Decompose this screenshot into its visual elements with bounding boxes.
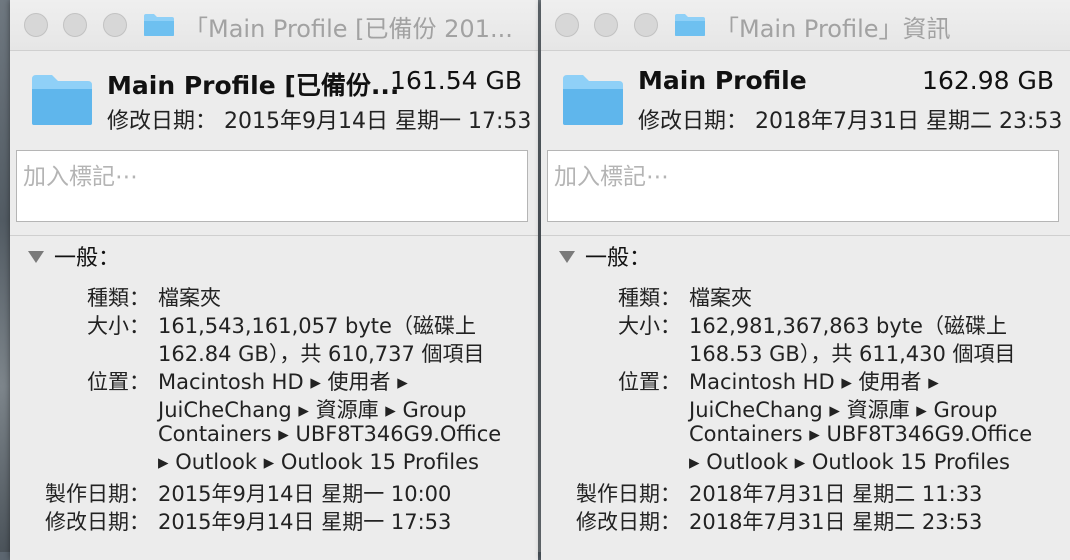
info-value: Macintosh HD ▸ 使用者 ▸ xyxy=(158,370,408,394)
disclosure-triangle-icon[interactable] xyxy=(28,251,44,263)
general-section-toggle[interactable]: 一般： xyxy=(28,240,120,272)
info-row: 修改日期： 2015年9月14日 星期一 17:53 xyxy=(10,506,538,534)
info-row: JuiCheChang ▸ 資源庫 ▸ Group xyxy=(541,394,1070,422)
section-label: 一般： xyxy=(54,246,121,271)
info-row: 製作日期： 2015年9月14日 星期一 10:00 xyxy=(10,478,538,506)
info-window-right: 「Main Profile」資訊 Main Profile 162.98 GB … xyxy=(541,0,1070,560)
info-row: Containers ▸ UBF8T346G9.Office xyxy=(10,422,538,450)
info-value: JuiCheChang ▸ 資源庫 ▸ Group xyxy=(158,398,467,422)
info-window-left: 「Main Profile [已備份 201... Main Profile [… xyxy=(10,0,538,560)
info-value: 2018年7月31日 星期二 11:33 xyxy=(689,482,983,506)
close-button[interactable] xyxy=(555,13,579,37)
info-value: 2015年9月14日 星期一 17:53 xyxy=(158,510,452,534)
info-row: 種類： 檔案夾 xyxy=(541,282,1070,310)
info-label: 修改日期： xyxy=(576,510,681,534)
info-row: 大小： 162,981,367,863 byte（磁碟上 xyxy=(541,310,1070,338)
info-row: 修改日期： 2018年7月31日 星期二 23:53 xyxy=(541,506,1070,534)
title-bar[interactable]: 「Main Profile」資訊 xyxy=(541,0,1070,51)
info-value: JuiCheChang ▸ 資源庫 ▸ Group xyxy=(689,398,998,422)
info-row: 種類： 檔案夾 xyxy=(10,282,538,310)
info-label: 位置： xyxy=(87,370,150,394)
folder-icon xyxy=(563,75,623,125)
info-row: 168.53 GB），共 611,430 個項目 xyxy=(541,338,1070,366)
info-value: 162.84 GB），共 610,737 個項目 xyxy=(158,342,485,366)
item-size: 162.98 GB xyxy=(922,66,1054,95)
info-label: 製作日期： xyxy=(576,482,681,506)
minimize-button[interactable] xyxy=(63,13,87,37)
item-name: Main Profile xyxy=(638,66,807,95)
folder-icon xyxy=(144,14,174,36)
general-section-toggle[interactable]: 一般： xyxy=(559,240,651,272)
folder-icon xyxy=(675,14,705,36)
window-title: 「Main Profile [已備份 201... xyxy=(184,15,513,43)
zoom-button[interactable] xyxy=(634,13,658,37)
close-button[interactable] xyxy=(24,13,48,37)
info-label: 種類： xyxy=(87,286,150,310)
info-row: 大小： 161,543,161,057 byte（磁碟上 xyxy=(10,310,538,338)
tags-placeholder: 加入標記⋯ xyxy=(23,164,138,190)
info-label: 修改日期： xyxy=(45,510,150,534)
info-row: Containers ▸ UBF8T346G9.Office xyxy=(541,422,1070,450)
info-label: 製作日期： xyxy=(45,482,150,506)
window-title: 「Main Profile」資訊 xyxy=(715,15,951,43)
info-rows: 種類： 檔案夾 大小： 161,543,161,057 byte（磁碟上 162.8… xyxy=(10,282,538,534)
item-name: Main Profile [已備份... xyxy=(107,71,400,100)
modified-date-header: 修改日期： 2015年9月14日 星期一 17:53 xyxy=(107,109,532,134)
minimize-button[interactable] xyxy=(594,13,618,37)
info-value: Containers ▸ UBF8T346G9.Office xyxy=(158,422,502,446)
modified-date-header: 修改日期： 2018年7月31日 星期二 23:53 xyxy=(638,109,1063,134)
info-value: 2015年9月14日 星期一 10:00 xyxy=(158,482,452,506)
info-label: 大小： xyxy=(87,314,150,338)
info-value: 161,543,161,057 byte（磁碟上 xyxy=(158,314,476,338)
info-value: ▸ Outlook ▸ Outlook 15 Profiles xyxy=(689,450,1010,474)
info-rows: 種類： 檔案夾 大小： 162,981,367,863 byte（磁碟上 168.5… xyxy=(541,282,1070,534)
info-value: 168.53 GB），共 611,430 個項目 xyxy=(689,342,1016,366)
info-label: 位置： xyxy=(618,370,681,394)
info-value: 檔案夾 xyxy=(689,286,752,310)
info-label: 大小： xyxy=(618,314,681,338)
info-row: ▸ Outlook ▸ Outlook 15 Profiles xyxy=(10,450,538,478)
tags-field[interactable]: 加入標記⋯ xyxy=(16,150,528,222)
info-row: 位置： Macintosh HD ▸ 使用者 ▸ xyxy=(10,366,538,394)
info-row: ▸ Outlook ▸ Outlook 15 Profiles xyxy=(541,450,1070,478)
tags-placeholder: 加入標記⋯ xyxy=(554,164,669,190)
divider xyxy=(10,235,538,236)
info-row: JuiCheChang ▸ 資源庫 ▸ Group xyxy=(10,394,538,422)
info-label: 種類： xyxy=(618,286,681,310)
section-label: 一般： xyxy=(585,246,652,271)
title-bar[interactable]: 「Main Profile [已備份 201... xyxy=(10,0,538,51)
disclosure-triangle-icon[interactable] xyxy=(559,251,575,263)
info-row: 製作日期： 2018年7月31日 星期二 11:33 xyxy=(541,478,1070,506)
info-value: 檔案夾 xyxy=(158,286,221,310)
desktop-background xyxy=(0,0,10,552)
info-value: 162,981,367,863 byte（磁碟上 xyxy=(689,314,1007,338)
info-value: ▸ Outlook ▸ Outlook 15 Profiles xyxy=(158,450,479,474)
info-value: 2018年7月31日 星期二 23:53 xyxy=(689,510,983,534)
info-value: Macintosh HD ▸ 使用者 ▸ xyxy=(689,370,939,394)
info-value: Containers ▸ UBF8T346G9.Office xyxy=(689,422,1033,446)
info-row: 位置： Macintosh HD ▸ 使用者 ▸ xyxy=(541,366,1070,394)
zoom-button[interactable] xyxy=(103,13,127,37)
divider xyxy=(541,235,1070,236)
item-size: 161.54 GB xyxy=(390,66,522,95)
info-row: 162.84 GB），共 610,737 個項目 xyxy=(10,338,538,366)
folder-icon xyxy=(32,75,92,125)
tags-field[interactable]: 加入標記⋯ xyxy=(547,150,1059,222)
